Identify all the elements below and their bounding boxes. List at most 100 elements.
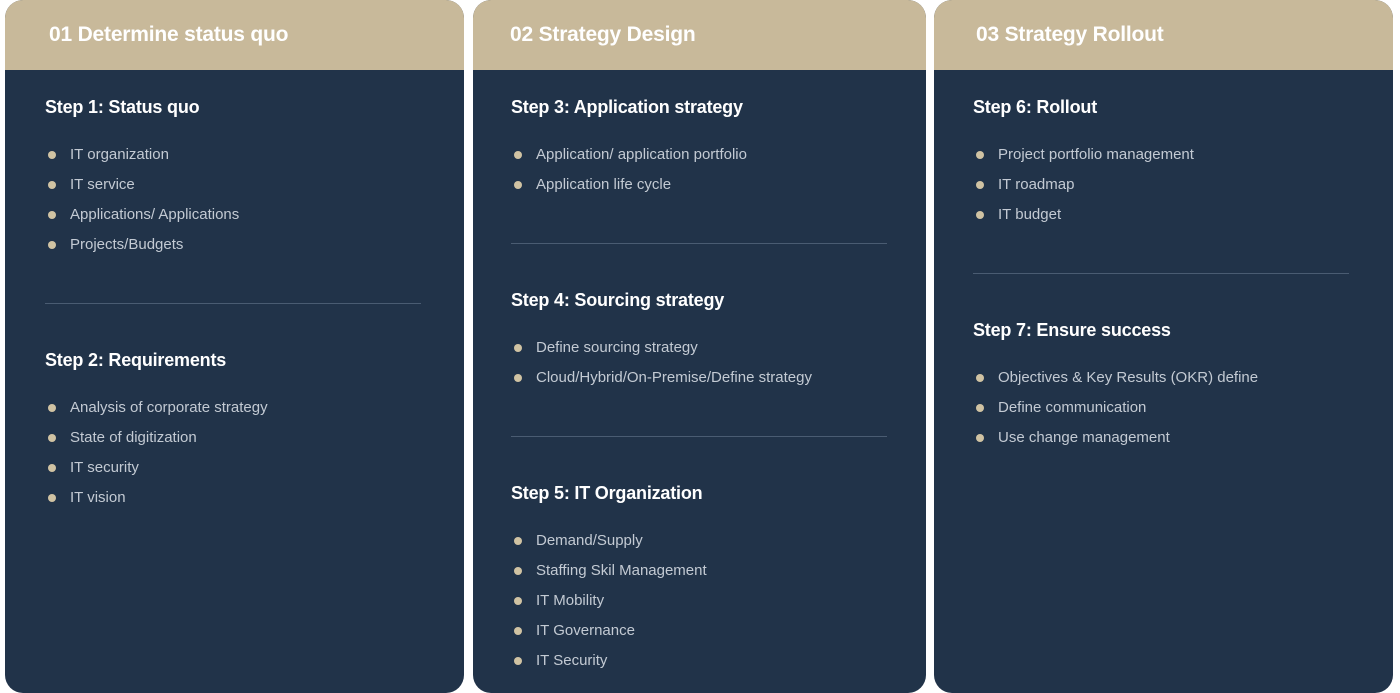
step-title: Step 5: IT Organization [511,483,703,503]
list-item: IT roadmap [973,170,1349,200]
list-item-label: Cloud/Hybrid/On-Premise/Define strategy [536,369,812,386]
bullet-dot-icon [976,374,984,382]
bullet-dot-icon [48,404,56,412]
list-item-label: IT Governance [536,622,635,639]
bullet-dot-icon [48,434,56,442]
list-item: IT Governance [511,616,887,646]
bullet-dot-icon [514,537,522,545]
step-item-list: Define sourcing strategy Cloud/Hybrid/On… [511,333,887,393]
step-item-list: Application/ application portfolio Appli… [511,140,887,200]
step-divider [973,273,1349,274]
list-item: Analysis of corporate strategy [45,393,421,423]
list-item: Application life cycle [511,170,887,200]
list-item: Objectives & Key Results (OKR) define [973,363,1349,393]
step-block-7: Step 7: Ensure success Objectives & Key … [973,317,1349,453]
bullet-dot-icon [976,181,984,189]
list-item: Staffing Skil Management [511,556,887,586]
bullet-dot-icon [976,434,984,442]
bullet-dot-icon [48,151,56,159]
list-item-label: Define sourcing strategy [536,339,698,356]
list-item: State of digitization [45,423,421,453]
list-item: IT Mobility [511,586,887,616]
phase-title: 02 Strategy Design [510,23,696,46]
list-item-label: IT roadmap [998,176,1075,193]
step-item-list: Analysis of corporate strategy State of … [45,393,421,513]
list-item-label: Define communication [998,399,1147,416]
phase-card-3: 03 Strategy Rollout Step 6: Rollout Proj… [934,0,1393,693]
phase-card-1: 01 Determine status quo Step 1: Status q… [5,0,464,693]
bullet-dot-icon [514,151,522,159]
list-item-label: Staffing Skil Management [536,562,707,579]
step-title: Step 7: Ensure success [973,320,1171,340]
bullet-dot-icon [48,494,56,502]
list-item: IT budget [973,200,1349,230]
list-item: Projects/Budgets [45,230,421,260]
list-item-label: IT Mobility [536,592,605,609]
bullet-dot-icon [48,241,56,249]
phase-card-2: 02 Strategy Design Step 3: Application s… [473,0,926,693]
step-item-list: Objectives & Key Results (OKR) define De… [973,363,1349,453]
step-block-1: Step 1: Status quo IT organization IT se… [45,94,421,260]
list-item-label: Application/ application portfolio [536,146,747,163]
step-title: Step 1: Status quo [45,97,200,117]
bullet-dot-icon [976,404,984,412]
bullet-dot-icon [514,567,522,575]
bullet-dot-icon [48,181,56,189]
bullet-dot-icon [976,211,984,219]
bullet-dot-icon [514,374,522,382]
step-block-3: Step 3: Application strategy Application… [511,94,887,200]
list-item-label: IT vision [70,489,126,506]
step-divider [45,303,421,304]
bullet-dot-icon [514,597,522,605]
step-block-2: Step 2: Requirements Analysis of corpora… [45,347,421,513]
list-item-label: IT service [70,176,135,193]
step-divider [511,436,887,437]
list-item-label: State of digitization [70,429,197,446]
phase-header-2: 02 Strategy Design [473,0,926,70]
step-item-list: Project portfolio management IT roadmap … [973,140,1349,230]
list-item: Project portfolio management [973,140,1349,170]
step-item-list: Demand/Supply Staffing Skil Management I… [511,526,887,676]
list-item: Use change management [973,423,1349,453]
list-item-label: IT security [70,459,139,476]
step-block-5: Step 5: IT Organization Demand/Supply St… [511,480,887,676]
step-block-6: Step 6: Rollout Project portfolio manage… [973,94,1349,230]
list-item: Application/ application portfolio [511,140,887,170]
bullet-dot-icon [514,657,522,665]
step-title: Step 6: Rollout [973,97,1097,117]
list-item: IT Security [511,646,887,676]
phase-header-1: 01 Determine status quo [5,0,464,70]
bullet-dot-icon [514,627,522,635]
step-title: Step 2: Requirements [45,350,227,370]
list-item-label: Project portfolio management [998,146,1194,163]
step-title: Step 4: Sourcing strategy [511,290,725,310]
list-item: IT organization [45,140,421,170]
step-title: Step 3: Application strategy [511,97,743,117]
phase-body-3: Step 6: Rollout Project portfolio manage… [934,70,1393,453]
step-item-list: IT organization IT service Applications/… [45,140,421,260]
bullet-dot-icon [48,464,56,472]
list-item-label: Objectives & Key Results (OKR) define [998,369,1259,386]
list-item: IT security [45,453,421,483]
list-item: Define communication [973,393,1349,423]
list-item-label: IT budget [998,206,1062,223]
list-item: Define sourcing strategy [511,333,887,363]
list-item-label: IT Security [536,652,608,669]
list-item-label: Projects/Budgets [70,236,184,253]
phase-header-3: 03 Strategy Rollout [934,0,1393,70]
step-divider [511,243,887,244]
step-block-4: Step 4: Sourcing strategy Define sourcin… [511,287,887,393]
list-item-label: Analysis of corporate strategy [70,399,268,416]
list-item-label: Applications/ Applications [70,206,240,223]
list-item-label: Application life cycle [536,176,672,193]
list-item: IT vision [45,483,421,513]
list-item: Cloud/Hybrid/On-Premise/Define strategy [511,363,887,393]
phase-body-2: Step 3: Application strategy Application… [473,70,926,676]
bullet-dot-icon [976,151,984,159]
list-item-label: Use change management [998,429,1170,446]
phase-title: 01 Determine status quo [49,23,289,46]
bullet-dot-icon [48,211,56,219]
bullet-dot-icon [514,344,522,352]
phase-body-1: Step 1: Status quo IT organization IT se… [5,70,464,513]
list-item: IT service [45,170,421,200]
